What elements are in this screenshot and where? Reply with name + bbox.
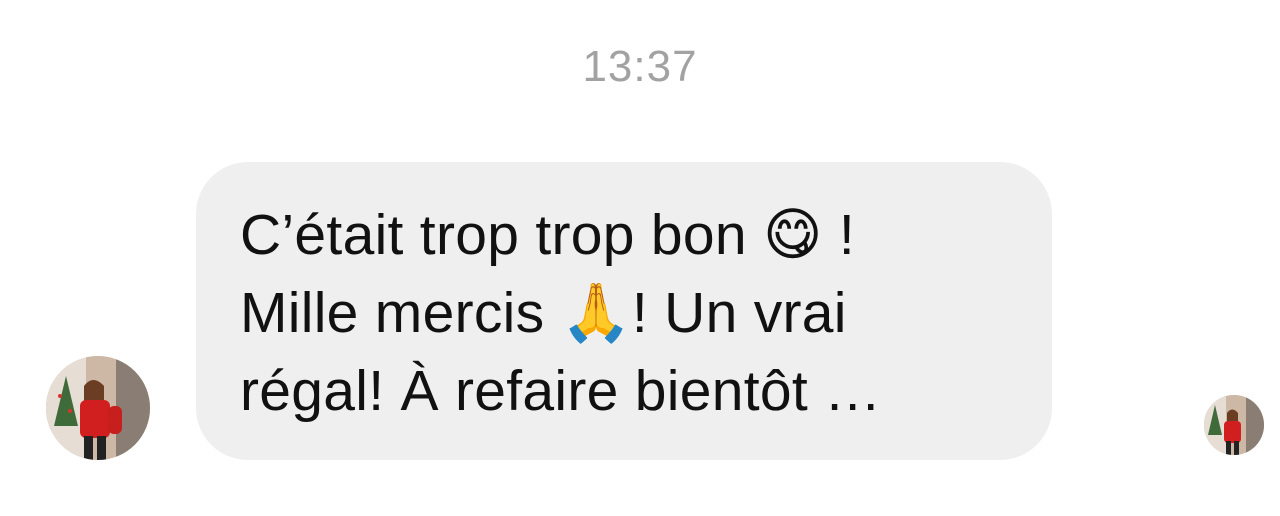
message-text: C’était trop trop bon 😋 ! Mille mercis 🙏… xyxy=(240,203,882,423)
read-receipt-avatar xyxy=(1204,395,1264,455)
profile-photo-icon xyxy=(1204,395,1264,455)
message-bubble[interactable]: C’était trop trop bon 😋 ! Mille mercis 🙏… xyxy=(196,162,1052,460)
sender-avatar[interactable] xyxy=(46,356,150,460)
profile-photo-icon xyxy=(46,356,150,460)
message-timestamp: 13:37 xyxy=(582,42,698,91)
